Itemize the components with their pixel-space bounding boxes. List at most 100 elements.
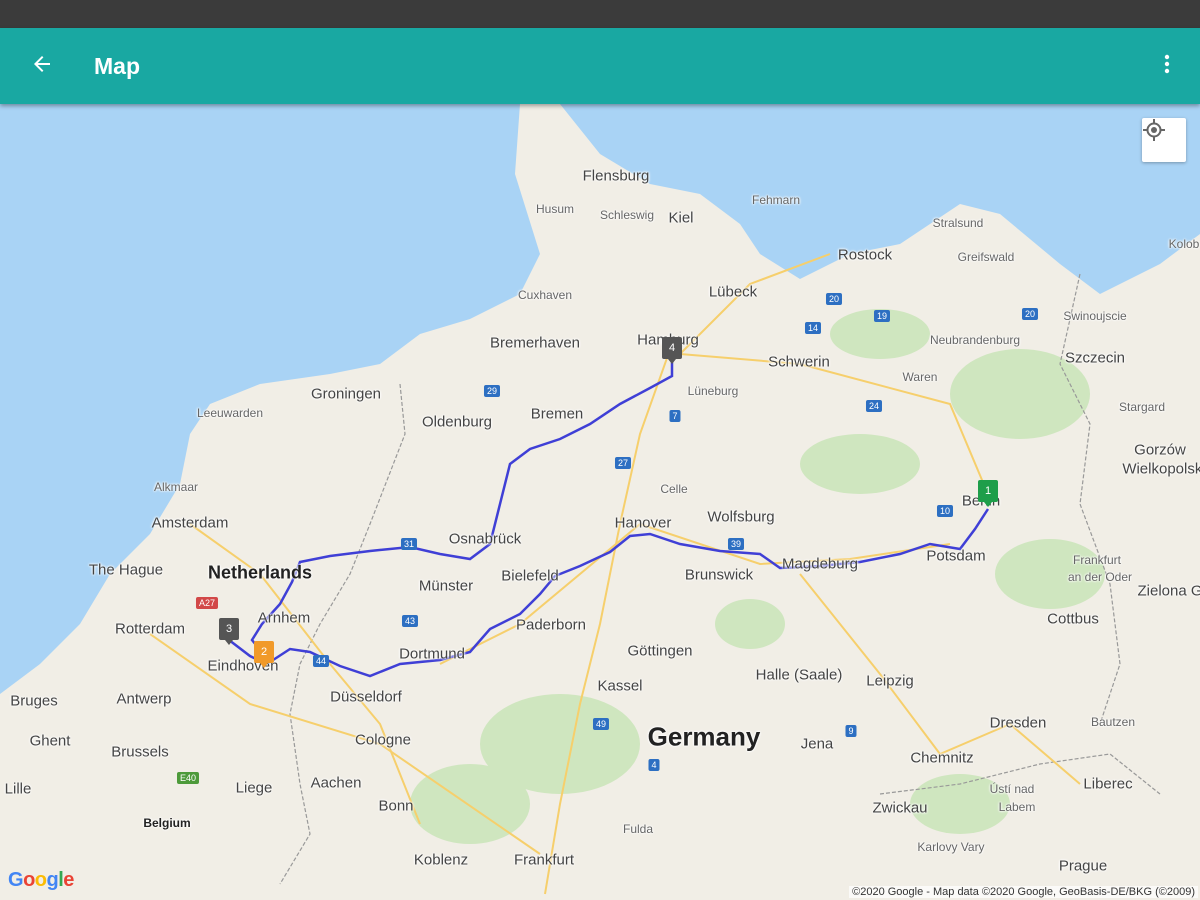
place-label: Ústí nad xyxy=(989,782,1035,796)
overflow-menu-button[interactable] xyxy=(1152,46,1182,86)
place-label: Fehmarn xyxy=(751,193,801,207)
place-label: Dresden xyxy=(989,714,1047,732)
place-label: Jena xyxy=(800,735,834,753)
road-shield: 27 xyxy=(614,457,632,469)
place-label: Schleswig xyxy=(599,208,655,222)
route-stop-marker[interactable]: 3 xyxy=(219,618,239,645)
place-label: Düsseldorf xyxy=(330,688,402,706)
place-label: an der Oder xyxy=(1067,570,1133,584)
status-bar xyxy=(0,0,1200,28)
place-label: Belgium xyxy=(143,816,191,830)
place-label: Frankfurt xyxy=(513,851,575,869)
place-label: Groningen xyxy=(310,385,382,403)
place-label: Liege xyxy=(235,779,273,797)
road-shield: 29 xyxy=(483,385,501,397)
place-label: Fulda xyxy=(622,822,654,836)
place-label: Ghent xyxy=(29,732,71,750)
place-label: Schwerin xyxy=(768,353,830,371)
place-label: Husum xyxy=(535,202,575,216)
place-label: Wielkopolski xyxy=(1122,460,1200,478)
road-shield: A27 xyxy=(195,597,219,609)
place-label: Aachen xyxy=(310,774,362,792)
place-label: Osnabrück xyxy=(448,530,522,548)
route-stop-marker[interactable]: 2 xyxy=(254,641,274,668)
place-label: Kassel xyxy=(597,677,643,695)
road-shield: 19 xyxy=(873,310,891,322)
place-label: Bremen xyxy=(530,405,584,423)
arrow-left-icon xyxy=(30,52,54,81)
place-label: Stralsund xyxy=(932,216,984,230)
place-label: Gorzów xyxy=(1134,441,1186,459)
road-shield: 20 xyxy=(825,293,843,305)
back-button[interactable] xyxy=(20,44,64,88)
place-label: Swinoujscie xyxy=(1063,309,1127,323)
place-label: Lübeck xyxy=(708,283,758,301)
place-label: Magdeburg xyxy=(782,555,858,573)
map-attribution[interactable]: ©2020 Google - Map data ©2020 Google, Ge… xyxy=(849,886,1198,898)
place-label: Hanover xyxy=(614,514,672,532)
place-label: Lille xyxy=(4,780,32,798)
road-shield: 49 xyxy=(592,718,610,730)
place-label: Wolfsburg xyxy=(707,508,775,526)
place-label: Potsdam xyxy=(926,547,986,565)
road-shield: 39 xyxy=(727,538,745,550)
place-label: Liberec xyxy=(1083,775,1133,793)
place-label: Cottbus xyxy=(1047,610,1099,628)
place-label: Celle xyxy=(660,482,688,496)
place-label: Antwerp xyxy=(116,690,172,708)
route-stop-marker[interactable]: 1 xyxy=(978,480,998,507)
place-label: Cuxhaven xyxy=(517,288,573,302)
more-vert-icon xyxy=(1164,54,1170,79)
place-label: Arnhem xyxy=(257,609,311,627)
place-label: Leipzig xyxy=(866,672,914,690)
place-label: Dortmund xyxy=(399,645,465,663)
place-label: Rotterdam xyxy=(114,620,186,638)
place-label: Frankfurt xyxy=(1072,553,1122,567)
place-label: Göttingen xyxy=(627,642,693,660)
place-label: Netherlands xyxy=(207,562,313,583)
road-shield: 4 xyxy=(648,759,660,771)
road-shield: E40 xyxy=(176,772,200,784)
my-location-button[interactable] xyxy=(1142,118,1186,162)
place-label: Chemnitz xyxy=(910,749,974,767)
place-label: Paderborn xyxy=(515,616,587,634)
road-shield: 14 xyxy=(804,322,822,334)
place-label: Stargard xyxy=(1118,400,1166,414)
google-logo[interactable]: Google xyxy=(8,869,74,892)
place-label: Bremerhaven xyxy=(489,334,581,352)
app-bar: Map xyxy=(0,28,1200,104)
road-shield: 44 xyxy=(312,655,330,667)
place-label: Münster xyxy=(418,577,474,595)
place-label: Kiel xyxy=(668,209,694,227)
place-label: Brunswick xyxy=(684,566,754,584)
place-label: Neubrandenburg xyxy=(929,333,1021,347)
place-label: Alkmaar xyxy=(153,480,199,494)
road-shield: 7 xyxy=(669,410,681,422)
place-label: Koblenz xyxy=(413,851,469,869)
place-label: Bruges xyxy=(10,692,58,710)
place-label: Flensburg xyxy=(582,167,650,185)
road-shield: 31 xyxy=(400,538,418,550)
route-stop-marker[interactable]: 4 xyxy=(662,337,682,364)
place-label: Zwickau xyxy=(872,799,928,817)
place-label: Prague xyxy=(1058,857,1108,875)
place-label: Rostock xyxy=(837,246,893,264)
place-label: Labem xyxy=(998,800,1036,814)
road-shield: 24 xyxy=(865,400,883,412)
place-label: Lüneburg xyxy=(687,384,739,398)
place-label: Greifswald xyxy=(957,250,1015,264)
map-view[interactable]: Flensburg Husum Schleswig Kiel Fehmarn Strals… xyxy=(0,104,1200,900)
place-label: The Hague xyxy=(88,561,164,579)
place-label: Oldenburg xyxy=(421,413,493,431)
place-label: Kolob xyxy=(1168,237,1200,251)
place-label: Cologne xyxy=(355,731,411,749)
road-shield: 20 xyxy=(1021,308,1039,320)
place-label: Karlovy Vary xyxy=(917,840,985,854)
road-shield: 10 xyxy=(936,505,954,517)
place-label: Leeuwarden xyxy=(196,406,264,420)
place-label: Zielona G xyxy=(1137,582,1200,600)
place-label: Germany xyxy=(647,721,761,752)
page-title: Map xyxy=(94,53,140,79)
place-label: Halle (Saale) xyxy=(755,666,843,684)
place-label: Bielefeld xyxy=(501,567,559,585)
